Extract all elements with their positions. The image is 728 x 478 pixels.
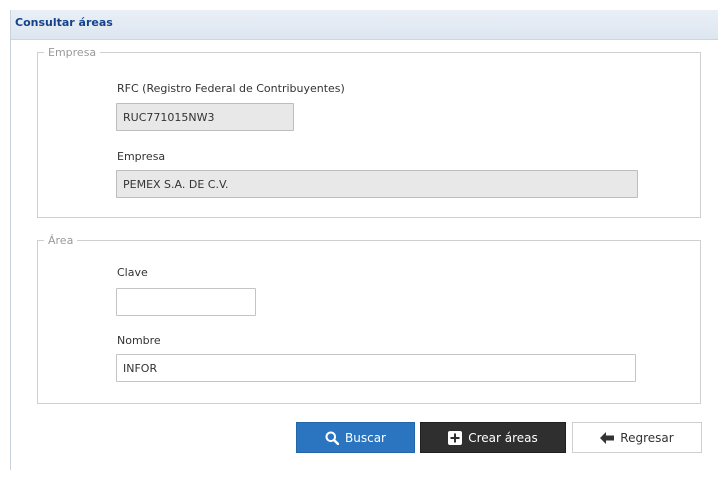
nombre-label: Nombre bbox=[117, 334, 161, 347]
create-areas-button-label: Crear áreas bbox=[468, 430, 538, 445]
rfc-field[interactable] bbox=[116, 103, 294, 131]
empresa-field[interactable] bbox=[116, 170, 638, 198]
panel-title: Consultar áreas bbox=[15, 16, 113, 29]
panel-header: Consultar áreas bbox=[11, 10, 718, 40]
back-button-label: Regresar bbox=[620, 430, 674, 445]
plus-square-icon bbox=[448, 430, 463, 445]
search-button[interactable]: Buscar bbox=[296, 422, 415, 453]
clave-label: Clave bbox=[117, 266, 148, 279]
back-button[interactable]: Regresar bbox=[572, 422, 702, 453]
empresa-label: Empresa bbox=[117, 150, 166, 163]
area-legend: Área bbox=[48, 234, 74, 247]
clave-field[interactable] bbox=[116, 288, 256, 316]
nombre-field[interactable] bbox=[116, 354, 636, 382]
search-icon bbox=[325, 431, 339, 445]
search-button-label: Buscar bbox=[345, 430, 386, 445]
arrow-left-icon bbox=[600, 431, 615, 444]
empresa-legend: Empresa bbox=[48, 46, 97, 59]
rfc-label: RFC (Registro Federal de Contribuyentes) bbox=[117, 82, 345, 95]
create-areas-button[interactable]: Crear áreas bbox=[420, 422, 566, 453]
